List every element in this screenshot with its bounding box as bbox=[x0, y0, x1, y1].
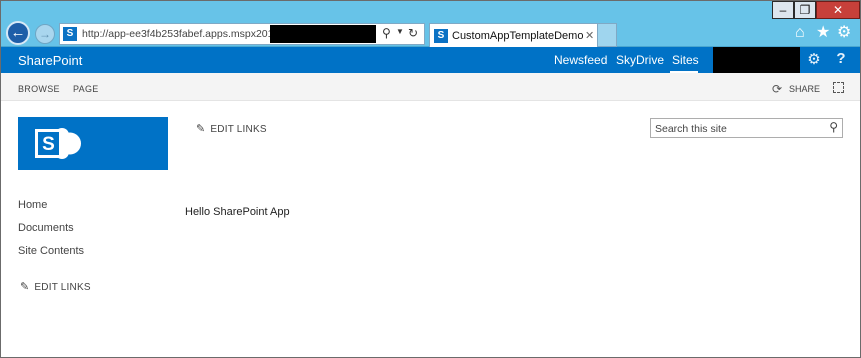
browser-window: – ❐ ✕ ← → S http://app-ee3f4b253fabef.ap… bbox=[0, 0, 861, 358]
refresh-icon[interactable]: ↻ bbox=[408, 26, 418, 40]
search-icon[interactable]: ⚲ bbox=[382, 26, 391, 40]
share-icon[interactable]: ⟳ bbox=[772, 82, 782, 96]
help-icon[interactable]: ? bbox=[831, 50, 851, 70]
pencil-icon: ✎ bbox=[20, 281, 30, 293]
browser-chrome: – ❐ ✕ ← → S http://app-ee3f4b253fabef.ap… bbox=[1, 1, 860, 47]
close-button[interactable]: ✕ bbox=[816, 1, 860, 19]
chevron-down-icon[interactable]: ▼ bbox=[396, 27, 404, 36]
ribbon-tab-browse[interactable]: BROWSE bbox=[18, 84, 60, 94]
gear-icon[interactable]: ⚙ bbox=[837, 24, 851, 42]
browser-tab-active[interactable]: S CustomAppTemplateDemo ✕ bbox=[429, 23, 601, 47]
search-input[interactable]: Search this site bbox=[655, 123, 727, 135]
minimize-button[interactable]: – bbox=[772, 1, 794, 19]
home-icon[interactable]: ⌂ bbox=[795, 24, 805, 42]
site-search-box[interactable]: Search this site ⚲ bbox=[650, 118, 843, 138]
edit-links-left[interactable]: ✎ EDIT LINKS bbox=[20, 280, 91, 293]
suite-link-sites[interactable]: Sites bbox=[672, 53, 699, 67]
share-button[interactable]: SHARE bbox=[789, 84, 820, 94]
suite-link-newsfeed[interactable]: Newsfeed bbox=[554, 53, 607, 67]
edit-links-label: EDIT LINKS bbox=[34, 282, 91, 293]
sharepoint-favicon-icon: S bbox=[63, 27, 77, 41]
quick-launch: Home Documents Site Contents bbox=[18, 199, 84, 268]
sharepoint-favicon-icon: S bbox=[434, 29, 448, 43]
maximize-button[interactable]: ❐ bbox=[794, 1, 816, 19]
gear-icon[interactable]: ⚙ bbox=[804, 50, 824, 70]
user-menu-redacted[interactable] bbox=[713, 47, 800, 73]
redacted-area bbox=[270, 25, 376, 43]
svg-text:S: S bbox=[42, 134, 55, 155]
page-content-text: Hello SharePoint App bbox=[185, 206, 290, 218]
ribbon-tab-page[interactable]: PAGE bbox=[73, 84, 99, 94]
focus-on-content-icon[interactable] bbox=[833, 82, 844, 93]
back-arrow-icon[interactable]: ← bbox=[6, 21, 30, 45]
tab-close-icon[interactable]: ✕ bbox=[585, 29, 594, 42]
sharepoint-logo-icon: S bbox=[35, 128, 81, 159]
suite-bar: SharePoint Newsfeed SkyDrive Sites ⚙ ? bbox=[1, 47, 860, 73]
tab-title[interactable]: CustomAppTemplateDemo bbox=[452, 30, 583, 42]
address-url[interactable]: http://app-ee3f4b253fabef.apps.mspx2013 bbox=[82, 28, 279, 40]
quick-launch-home[interactable]: Home bbox=[18, 199, 84, 222]
ribbon: BROWSE PAGE ⟳ SHARE bbox=[1, 73, 860, 101]
edit-links-top[interactable]: ✎ EDIT LINKS bbox=[196, 122, 267, 135]
address-bar[interactable]: S http://app-ee3f4b253fabef.apps.mspx201… bbox=[59, 23, 425, 45]
suite-link-skydrive[interactable]: SkyDrive bbox=[616, 53, 664, 67]
quick-launch-site-contents[interactable]: Site Contents bbox=[18, 245, 84, 268]
site-logo[interactable]: S bbox=[18, 117, 168, 170]
edit-links-label: EDIT LINKS bbox=[210, 124, 267, 135]
star-icon[interactable]: ★ bbox=[816, 24, 830, 42]
brand-label[interactable]: SharePoint bbox=[18, 53, 82, 68]
pencil-icon: ✎ bbox=[196, 123, 206, 135]
quick-launch-documents[interactable]: Documents bbox=[18, 222, 84, 245]
search-icon[interactable]: ⚲ bbox=[829, 120, 838, 134]
forward-arrow-icon[interactable]: → bbox=[35, 24, 55, 44]
new-tab-button[interactable] bbox=[597, 23, 617, 47]
